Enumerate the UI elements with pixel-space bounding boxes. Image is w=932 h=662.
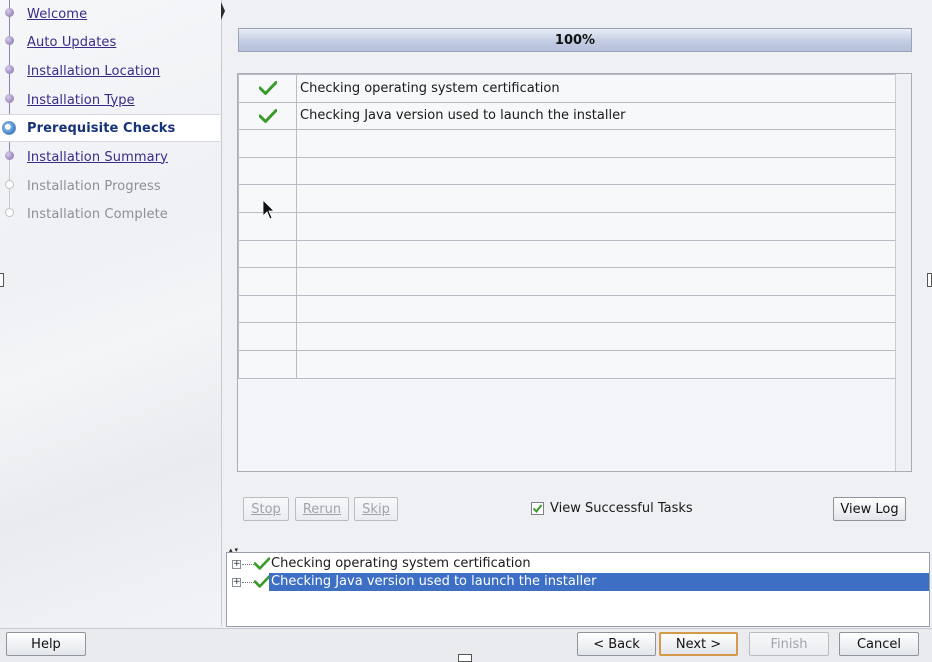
nav-item-prerequisite-checks[interactable]: Prerequisite Checks [0,114,220,142]
step-done-icon [5,8,14,17]
train-navigation: Welcome Auto Updates Installation Locati… [0,0,222,626]
view-log-button-label: View Log [840,501,899,517]
table-row-empty [238,294,896,324]
table-scrollbar[interactable] [895,74,911,471]
view-log-button[interactable]: View Log [833,497,906,521]
skip-button[interactable]: Skip [354,497,398,521]
step-pending-icon [5,180,14,189]
view-successful-tasks-toggle[interactable]: View Successful Tasks [531,500,693,516]
table-row-empty [238,349,896,379]
tree-node-selected[interactable]: + Checking Java version used to launch t… [227,573,929,591]
nav-item-label[interactable]: Installation Location [27,64,160,79]
nav-item-label: Prerequisite Checks [27,120,176,136]
back-button-label: < Back [593,636,640,652]
stop-button[interactable]: Stop [243,497,289,521]
progress-label: 100% [554,32,596,48]
step-done-icon [5,65,14,74]
stop-button-label: Stop [251,501,281,517]
finish-button-label: Finish [770,636,808,652]
skip-button-label: Skip [362,501,390,517]
tree-node-label: Checking Java version used to launch the… [269,573,929,591]
expand-plus-icon[interactable]: + [232,577,241,587]
view-successful-tasks-checkbox[interactable] [531,501,544,515]
help-button[interactable]: Help [6,632,86,656]
step-done-icon [5,36,14,45]
status-cell [238,101,297,131]
nav-item-installation-progress: Installation Progress [0,172,220,200]
task-table-grid: Checking operating system certification … [238,74,896,379]
progress-bar: 100% [238,28,912,52]
nav-item-label[interactable]: Welcome [27,7,87,22]
back-button[interactable]: < Back [577,632,656,656]
mouse-pointer-icon [263,200,275,220]
tree-node-label: Checking operating system certification [271,556,531,571]
nav-item-label[interactable]: Installation Summary [27,150,168,165]
right-resize-handle[interactable] [927,273,932,287]
cancel-button-label: Cancel [856,636,902,652]
step-current-icon [2,121,16,135]
nav-item-label[interactable]: Auto Updates [27,35,116,50]
bottom-resize-handle[interactable] [458,654,472,662]
check-icon [258,81,277,96]
rerun-button[interactable]: Rerun [295,497,349,521]
nav-item-label: Installation Progress [27,178,161,194]
nav-item-installation-complete: Installation Complete [0,200,220,228]
step-done-icon [5,94,14,103]
task-name-cell: Checking operating system certification [296,74,896,103]
next-button-label: Next > [675,636,722,652]
task-detail-tree: + Checking operating system certificatio… [226,552,930,627]
view-successful-tasks-label: View Successful Tasks [550,500,693,516]
expand-plus-icon[interactable]: + [232,559,241,569]
table-row[interactable]: Checking Java version used to launch the… [238,101,896,131]
table-row-empty [238,184,896,213]
help-button-label: Help [31,636,61,652]
nav-item-label[interactable]: Installation Type [27,93,135,108]
prerequisite-checks-panel: 100% Checking operating system certifica… [225,0,932,548]
table-row-empty [238,239,896,269]
task-name-cell: Checking Java version used to launch the… [296,101,896,131]
nav-item-auto-updates[interactable]: Auto Updates [0,28,220,56]
step-pending-icon [5,208,14,217]
check-icon [254,575,270,588]
step-done-icon [5,151,14,160]
table-row-empty [238,156,896,186]
nav-item-installation-type[interactable]: Installation Type [0,86,220,114]
nav-item-installation-location[interactable]: Installation Location [0,57,220,85]
nav-item-installation-summary[interactable]: Installation Summary [0,143,220,171]
checkmark-icon [532,503,543,513]
nav-item-welcome[interactable]: Welcome [0,0,220,28]
table-row[interactable]: Checking operating system certification [238,74,896,103]
task-table: Checking operating system certification … [237,73,912,472]
table-row-empty [238,322,896,351]
left-resize-handle[interactable] [0,273,4,287]
finish-button[interactable]: Finish [749,632,829,656]
check-icon [258,108,277,123]
table-row-empty [238,267,896,296]
status-cell [238,74,297,103]
check-icon [254,557,270,570]
nav-item-label: Installation Complete [27,206,168,222]
tree-node[interactable]: + Checking operating system certificatio… [227,555,929,573]
cancel-button[interactable]: Cancel [839,632,919,656]
rerun-button-label: Rerun [302,501,342,517]
next-button[interactable]: Next > [659,632,738,656]
table-row-empty [238,129,896,158]
table-row-empty [238,211,896,241]
